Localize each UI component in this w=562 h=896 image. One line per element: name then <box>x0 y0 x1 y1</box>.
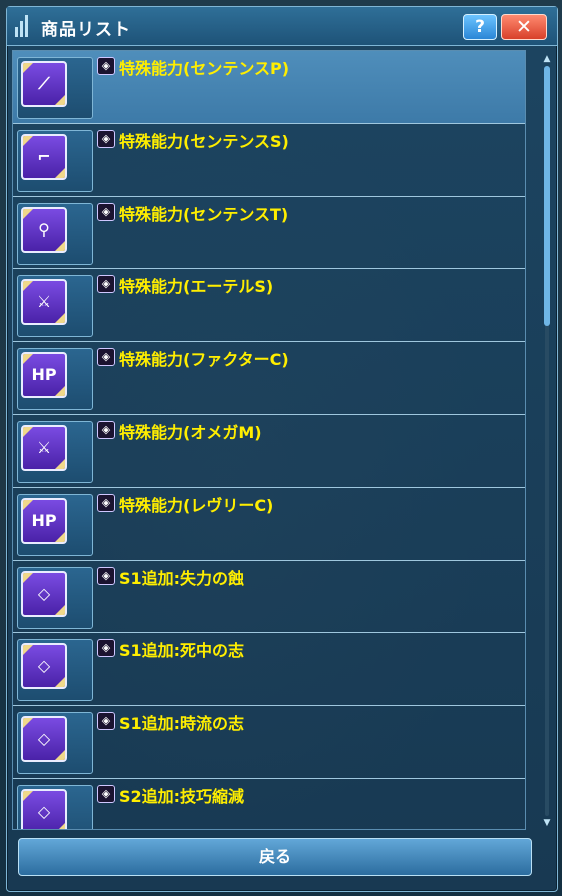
item-thumbnail: ⚲ <box>17 202 93 265</box>
tag-icon: ◈ <box>97 129 115 148</box>
item-name: 特殊能力(ファクターC) <box>119 350 289 370</box>
tag-icon: ◈ <box>97 712 115 731</box>
tag-icon: ◈ <box>97 348 115 367</box>
list-item[interactable]: HP ◈ 特殊能力(ファクターC) <box>13 342 525 415</box>
back-button[interactable]: 戻る <box>18 838 532 876</box>
item-thumbnail: ⌐ <box>17 129 93 192</box>
item-thumbnail: HP <box>17 493 93 556</box>
tag-icon: ◈ <box>97 784 115 803</box>
item-name: S1追加:死中の志 <box>119 641 245 661</box>
tag-icon: ◈ <box>97 566 115 585</box>
item-name: 特殊能力(センテンスT) <box>119 204 289 224</box>
scroll-down-icon[interactable]: ▼ <box>542 818 552 828</box>
list-item[interactable]: ◇ ◈ S1追加:失力の蝕 <box>13 561 525 634</box>
mixed-weapons-icon: ⚔ <box>21 279 67 326</box>
ability-icon: ◇ <box>21 643 67 690</box>
item-name: S1追加:時流の志 <box>119 714 245 734</box>
tag-icon: ◈ <box>97 202 115 221</box>
window-title: 商品リスト <box>41 20 131 40</box>
list-item[interactable]: ⚔ ◈ 特殊能力(オメガM) <box>13 415 525 488</box>
list-item[interactable]: ⚲ ◈ 特殊能力(センテンスT) <box>13 197 525 270</box>
item-thumbnail: HP <box>17 348 93 411</box>
item-thumbnail: ⟋ <box>17 57 93 119</box>
item-thumbnail: ⚔ <box>17 275 93 338</box>
list-item[interactable]: ⚔ ◈ 特殊能力(エーテルS) <box>13 269 525 343</box>
item-name: 特殊能力(エーテルS) <box>119 277 274 297</box>
item-name: 特殊能力(オメガM) <box>119 422 262 442</box>
item-name: S2追加:技巧縮減 <box>119 786 245 806</box>
tag-icon: ◈ <box>97 57 115 75</box>
wand-icon: ⚲ <box>21 206 67 253</box>
item-name: S1追加:失力の蝕 <box>119 568 245 588</box>
scroll-thumb[interactable] <box>544 66 550 326</box>
hp-icon: HP <box>21 352 67 399</box>
item-thumbnail: ◇ <box>17 712 93 775</box>
item-thumbnail: ◇ <box>17 566 93 629</box>
list-item[interactable]: ◇ ◈ S2追加:技巧縮減 <box>13 779 525 829</box>
tag-icon: ◈ <box>97 275 115 294</box>
ability-icon: ◇ <box>21 788 67 829</box>
hp-icon: HP <box>21 497 67 544</box>
tag-icon: ◈ <box>97 420 115 439</box>
ability-icon: ◇ <box>21 570 67 617</box>
item-thumbnail: ◇ <box>17 784 93 829</box>
list-item[interactable]: ⟋ ◈ 特殊能力(センテンスP) <box>13 51 525 124</box>
close-button[interactable]: ✕ <box>501 14 547 40</box>
list-scrollbar[interactable]: ▲ ▼ <box>542 54 552 828</box>
list-item[interactable]: ⌐ ◈ 特殊能力(センテンスS) <box>13 124 525 197</box>
tag-icon: ◈ <box>97 493 115 512</box>
sword-icon: ⟋ <box>21 61 67 107</box>
item-list: ⟋ ◈ 特殊能力(センテンスP) ⌐ ◈ 特殊能力(センテンスS) ⚲ ◈ 特殊… <box>12 50 526 830</box>
item-thumbnail: ⚔ <box>17 420 93 483</box>
list-item[interactable]: ◇ ◈ S1追加:時流の志 <box>13 706 525 779</box>
item-name: 特殊能力(センテンスP) <box>119 59 290 78</box>
item-name: 特殊能力(センテンスS) <box>119 131 289 151</box>
gun-icon: ⌐ <box>21 133 67 180</box>
mixed-weapons-icon: ⚔ <box>21 424 67 471</box>
tag-icon: ◈ <box>97 639 115 658</box>
item-name: 特殊能力(レヴリーC) <box>119 495 274 515</box>
ability-icon: ◇ <box>21 716 67 763</box>
item-thumbnail: ◇ <box>17 639 93 702</box>
scroll-up-icon[interactable]: ▲ <box>542 54 552 64</box>
list-item[interactable]: HP ◈ 特殊能力(レヴリーC) <box>13 488 525 561</box>
help-button[interactable]: ? <box>463 14 497 40</box>
list-item[interactable]: ◇ ◈ S1追加:死中の志 <box>13 633 525 707</box>
window-emblem-icon <box>15 15 33 37</box>
title-bar: 商品リスト ? ✕ <box>7 7 557 46</box>
